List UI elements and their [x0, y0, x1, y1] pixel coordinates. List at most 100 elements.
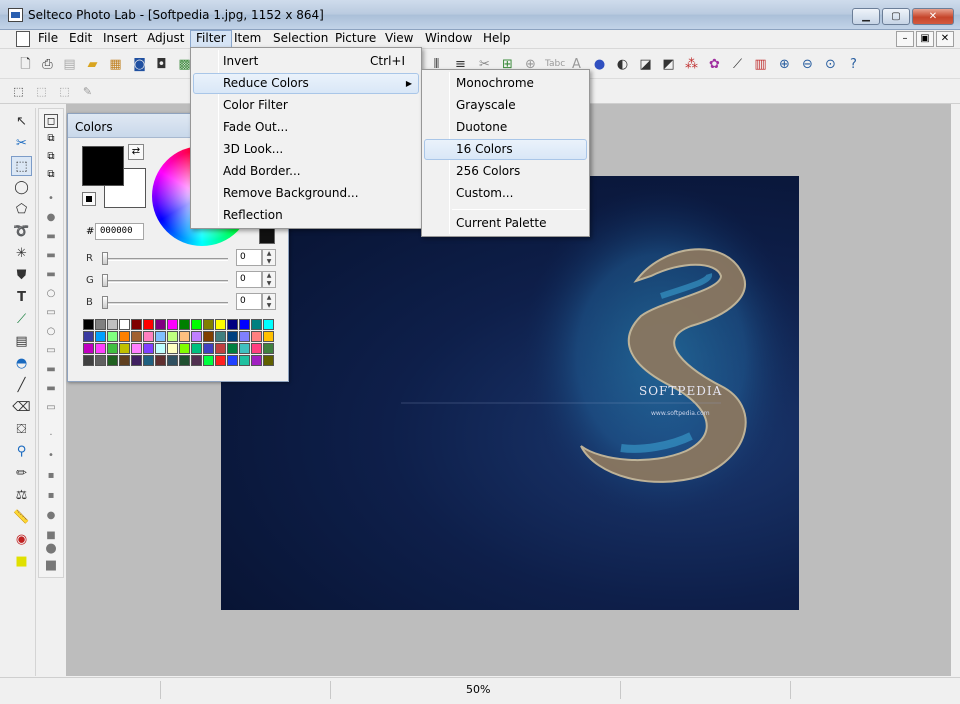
print-preview-icon[interactable]: ⎙ — [39, 56, 56, 73]
maximize-button[interactable]: ▢ — [882, 8, 910, 25]
clone-tool-icon[interactable]: ⚖ — [11, 486, 32, 506]
brush-size-17-icon[interactable]: ● — [44, 509, 58, 523]
palette-swatch[interactable] — [179, 343, 190, 354]
green-input[interactable]: 0 — [236, 271, 262, 288]
palette-swatch[interactable] — [215, 319, 226, 330]
palette-swatch[interactable] — [215, 355, 226, 366]
ruler-tool-icon[interactable]: 📏 — [11, 508, 32, 528]
gradient-tool-icon[interactable]: ▤ — [11, 332, 32, 352]
red-spinner[interactable]: ▲ ▼ — [262, 249, 276, 266]
brush-size-4-icon[interactable]: ▬ — [44, 249, 58, 263]
palette-swatch[interactable] — [155, 355, 166, 366]
brush-size-16-icon[interactable]: ▪ — [44, 489, 58, 503]
pointer-tool-icon[interactable]: ↖ — [11, 112, 32, 132]
filter-invert-item[interactable]: Invert Ctrl+I — [193, 51, 419, 72]
palette-swatch[interactable] — [95, 319, 106, 330]
swap-colors-icon[interactable]: ⇄ — [128, 144, 144, 160]
palette-swatch[interactable] — [179, 319, 190, 330]
palette-swatch[interactable] — [155, 319, 166, 330]
palette-swatch[interactable] — [83, 331, 94, 342]
filter-reflection-item[interactable]: Reflection — [193, 205, 419, 226]
menu-picture[interactable]: Picture — [330, 30, 381, 48]
palette-swatch[interactable] — [263, 355, 274, 366]
palette-swatch[interactable] — [227, 331, 238, 342]
palette-swatch[interactable] — [83, 355, 94, 366]
monochrome-item[interactable]: Monochrome — [424, 73, 587, 94]
palette-swatch[interactable] — [251, 331, 262, 342]
palette-swatch[interactable] — [131, 319, 142, 330]
green-slider-thumb[interactable] — [102, 274, 108, 287]
brush-size-6-icon[interactable]: ○ — [44, 287, 58, 301]
blue-slider-thumb[interactable] — [102, 296, 108, 309]
zoom-out-icon[interactable]: ⊖ — [799, 56, 816, 73]
brush-size-3-icon[interactable]: ▬ — [44, 230, 58, 244]
palette-swatch[interactable] — [203, 319, 214, 330]
palette-swatch[interactable] — [107, 331, 118, 342]
palette-swatch[interactable] — [239, 343, 250, 354]
color-circle-icon[interactable]: ● — [591, 56, 608, 73]
filter-fade-out-item[interactable]: Fade Out... — [193, 117, 419, 138]
16-colors-item[interactable]: 16 Colors — [424, 139, 587, 160]
filter-reduce-colors-item[interactable]: Reduce Colors ▶ — [193, 73, 419, 94]
brush-size-15-icon[interactable]: ▪ — [44, 469, 58, 483]
menu-insert[interactable]: Insert — [98, 30, 142, 48]
option-subtract-icon[interactable]: ⧉ — [44, 150, 58, 164]
green-slider[interactable] — [104, 280, 228, 283]
select-none-icon[interactable]: ⬚ — [33, 83, 50, 100]
palette-swatch[interactable] — [179, 331, 190, 342]
eyedropper-tool-icon[interactable]: ⟋ — [11, 310, 32, 330]
palette-swatch[interactable] — [203, 355, 214, 366]
red-input[interactable]: 0 — [236, 249, 262, 266]
ellipse-tool-icon[interactable]: ◓ — [11, 354, 32, 374]
brush-size-19-icon[interactable]: ● — [44, 542, 58, 556]
browse-icon[interactable]: ▦ — [107, 56, 124, 73]
palette-swatch[interactable] — [167, 319, 178, 330]
palette-swatch[interactable] — [95, 343, 106, 354]
palette-swatch[interactable] — [239, 319, 250, 330]
menu-adjust[interactable]: Adjust — [142, 30, 190, 48]
mdi-restore-button[interactable]: ▣ — [916, 31, 934, 47]
palette-swatch[interactable] — [251, 343, 262, 354]
option-intersect-icon[interactable]: ⧉ — [44, 168, 58, 182]
select-all-icon[interactable]: ⬚ — [10, 83, 27, 100]
custom-item[interactable]: Custom... — [424, 183, 587, 204]
palette-swatch[interactable] — [119, 331, 130, 342]
rect-select-tool-icon[interactable]: ⬚ — [11, 156, 32, 176]
mdi-close-button[interactable]: ✕ — [936, 31, 954, 47]
option-add-icon[interactable]: ⧉ — [44, 132, 58, 146]
image-canvas[interactable]: SOFTPEDIA www.softpedia.com — [221, 176, 799, 610]
edit-selection-icon[interactable]: ✎ — [79, 83, 96, 100]
close-button[interactable]: ✕ — [912, 8, 954, 25]
contrast-icon[interactable]: ◐ — [614, 56, 631, 73]
palette-swatch[interactable] — [143, 343, 154, 354]
new-file-icon[interactable]: 🗋 — [17, 56, 34, 73]
blue-spinner[interactable]: ▲ ▼ — [262, 293, 276, 310]
palette-swatch[interactable] — [263, 331, 274, 342]
hue-wheel-icon[interactable]: ✿ — [706, 56, 723, 73]
text-tool-icon[interactable]: T — [11, 288, 32, 308]
red-slider-thumb[interactable] — [102, 252, 108, 265]
foreground-color-swatch[interactable] — [82, 146, 124, 186]
palette-swatch[interactable] — [95, 331, 106, 342]
save-as-icon[interactable]: ◘ — [153, 56, 170, 73]
palette-swatch[interactable] — [83, 343, 94, 354]
levels-icon[interactable]: ◪ — [637, 56, 654, 73]
palette-swatch[interactable] — [227, 343, 238, 354]
palette-swatch[interactable] — [167, 355, 178, 366]
invert-selection-icon[interactable]: ⬚ — [56, 83, 73, 100]
palette-swatch[interactable] — [167, 331, 178, 342]
mdi-minimize-button[interactable]: – — [896, 31, 914, 47]
brush-size-20-icon[interactable]: ■ — [44, 559, 58, 573]
menu-item[interactable]: Item — [229, 30, 266, 48]
zoom-in-icon[interactable]: ⊕ — [776, 56, 793, 73]
brush-size-13-icon[interactable]: · — [44, 429, 58, 443]
brush-size-10-icon[interactable]: ▬ — [44, 363, 58, 377]
photo-icon[interactable]: ◩ — [660, 56, 677, 73]
menu-file[interactable]: File — [33, 30, 63, 48]
palette-swatch[interactable] — [143, 319, 154, 330]
red-eye-tool-icon[interactable]: ◉ — [11, 530, 32, 550]
option-rect-icon[interactable]: ◻ — [44, 114, 58, 128]
palette-swatch[interactable] — [263, 343, 274, 354]
stamp-tool-icon[interactable]: ⛊ — [11, 266, 32, 286]
vertical-scrollbar[interactable] — [951, 104, 960, 676]
